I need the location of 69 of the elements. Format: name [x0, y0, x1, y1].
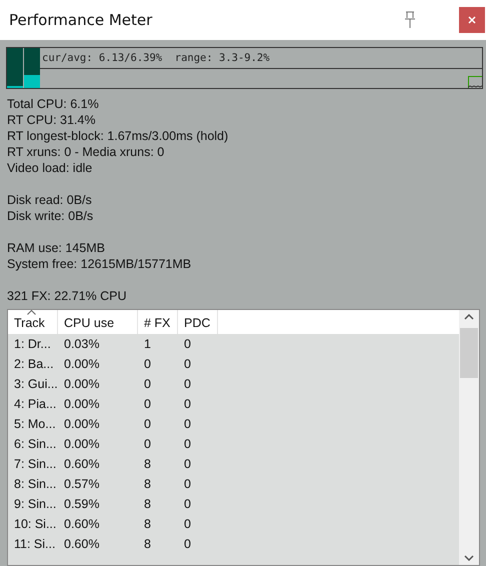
table-cell-text: 0 [183, 517, 192, 531]
table-cell-text: 0.59% [63, 497, 100, 511]
pin-icon[interactable] [403, 11, 417, 29]
table-cell-text: 0.00% [63, 417, 100, 431]
column-header[interactable]: CPU use [58, 310, 138, 334]
table-cell-text: 0 [143, 397, 152, 411]
stat-line: 321 FX: 22.71% CPU [7, 288, 128, 304]
meter-readout: cur/avg: 6.13/6.39% range: 3.3-9.2% [42, 52, 270, 64]
stat-line: RAM use: 145MB [7, 240, 106, 256]
table-cell-text: 7: Sin... [13, 457, 58, 471]
stat-line: System free: 12615MB/15771MB [7, 256, 192, 272]
window-title: Performance Meter [9, 11, 154, 29]
table-cell-text: 8 [143, 457, 152, 471]
table-cell-text: 0 [183, 377, 192, 391]
table-cell-text: 3: Gui... [13, 377, 58, 391]
table-cell-text: 0.03% [63, 337, 100, 351]
table-cell-text: 0 [183, 437, 192, 451]
table-cell-text: 0 [183, 357, 192, 371]
stat-line: Total CPU: 6.1% [7, 96, 100, 112]
table-cell-text: 0.00% [63, 397, 100, 411]
table-cell-text: 0 [183, 417, 192, 431]
table-cell-text: 10: Si... [13, 517, 58, 531]
table-cell-text: 0.00% [63, 437, 100, 451]
table-cell-text: 5: Mo... [13, 417, 57, 431]
table-cell-text: 8: Sin... [13, 477, 58, 491]
table-cell-text: 0 [183, 337, 192, 351]
table-cell-text: 6: Sin... [13, 437, 58, 451]
column-header[interactable]: # FX [138, 310, 178, 334]
table-cell-text: 0.00% [63, 357, 100, 371]
close-icon [467, 15, 477, 25]
column-header[interactable]: PDC [178, 310, 218, 334]
close-button[interactable] [459, 7, 485, 33]
column-header[interactable]: Track [8, 310, 58, 334]
table-cell-text: 0 [143, 377, 152, 391]
scroll-thumb[interactable] [460, 328, 478, 378]
table-cell-text: 0 [183, 397, 192, 411]
scroll-up-icon[interactable] [464, 314, 474, 320]
table-cell-text: 0.60% [63, 457, 100, 471]
table-cell-text: 0.57% [63, 477, 100, 491]
table-cell-text: 0 [183, 537, 192, 551]
table-cell-text: 8 [143, 517, 152, 531]
stat-line: Video load: idle [7, 160, 94, 176]
table-cell-text: 8 [143, 477, 152, 491]
meter-bar [24, 48, 40, 88]
table-cell-text: 4: Pia... [13, 397, 58, 411]
stat-line: RT longest-block: 1.67ms/3.00ms (hold) [7, 128, 230, 144]
table-cell-text: 8 [143, 497, 152, 511]
stat-line: Disk write: 0B/s [7, 208, 94, 224]
stat-line: Disk read: 0B/s [7, 192, 93, 208]
table-cell-text: 0 [183, 497, 192, 511]
table-cell-text: 0 [143, 417, 152, 431]
table-cell-text: 0.60% [63, 537, 100, 551]
table-cell-text: 1: Dr... [13, 337, 52, 351]
table-cell-text: 0.00% [63, 377, 100, 391]
meter-bar [7, 48, 23, 88]
table-cell-text: 9: Sin... [13, 497, 58, 511]
table-cell-text: 11: Si... [13, 537, 56, 551]
table-cell-text: 0 [183, 477, 192, 491]
scrollbar[interactable] [459, 310, 479, 565]
table-cell-text: 0.60% [63, 517, 100, 531]
table-cell-text: 0 [143, 437, 152, 451]
table-cell-text: 2: Ba... [13, 357, 55, 371]
scroll-down-icon[interactable] [464, 555, 474, 561]
table-cell-text: 8 [143, 537, 152, 551]
table-cell-text: 0 [183, 457, 192, 471]
stat-line: RT CPU: 31.4% [7, 112, 96, 128]
table-cell-text: 0 [143, 357, 152, 371]
stat-line: RT xruns: 0 - Media xruns: 0 [7, 144, 166, 160]
table-cell-text: 1 [143, 337, 152, 351]
